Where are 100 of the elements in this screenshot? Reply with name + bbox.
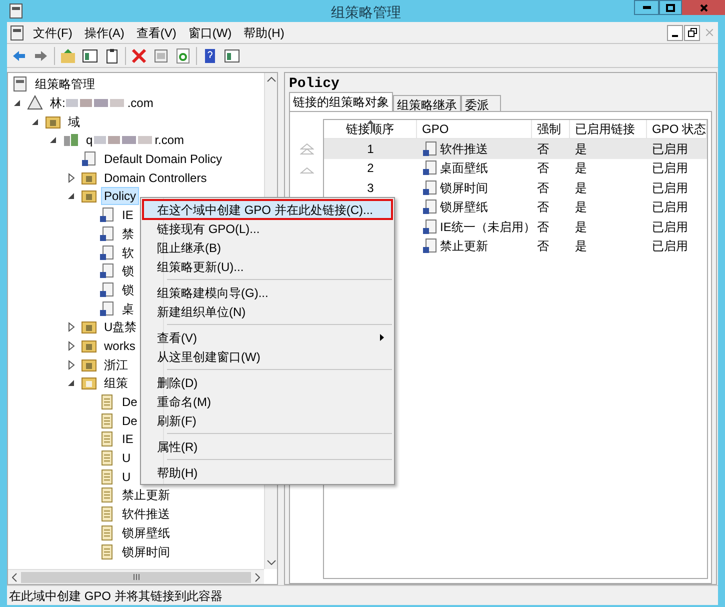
horizontal-scrollbar[interactable] [8, 569, 264, 584]
table-cell-text: 已启用 [652, 140, 688, 158]
scroll-icon [99, 468, 115, 485]
tree-item[interactable]: 组策 [101, 374, 131, 392]
table-cell-text: 2 [367, 160, 374, 178]
tree-item[interactable]: IE [119, 206, 136, 224]
tree-item[interactable]: works [101, 336, 138, 355]
menu-item[interactable]: 帮助(H) [238, 24, 290, 42]
menu-item[interactable]: 属性(R) [143, 437, 392, 456]
menu-item[interactable]: 在这个域中创建 GPO 并在此处链接(C)... [143, 200, 392, 219]
container-title: Policy [289, 76, 340, 92]
table-cell-text: 已启用 [652, 218, 688, 236]
table-cell-text: 是 [575, 218, 587, 236]
table-cell-text: 已启用 [652, 199, 688, 216]
scroll-icon [99, 506, 115, 522]
menu-item[interactable]: 查看(V) [130, 24, 182, 42]
tree-item[interactable]: 软 [119, 244, 137, 262]
scroll-icon [99, 394, 115, 410]
column-header[interactable]: GPO 状态 [647, 120, 707, 138]
menu-item[interactable]: 帮助(H) [143, 463, 392, 482]
column-header[interactable]: GPO [417, 120, 532, 138]
scroll-icon [99, 487, 115, 504]
tree-item[interactable]: U盘禁 [101, 318, 140, 336]
tree-item[interactable]: Policy [101, 187, 140, 206]
panel-button[interactable] [81, 46, 99, 64]
tree-item[interactable]: De [119, 412, 140, 430]
delete-button[interactable] [130, 46, 148, 64]
folder-icon [81, 319, 97, 336]
table-cell-text: 软件推送 [440, 140, 488, 158]
menu-item[interactable]: 重命名(M) [143, 392, 392, 411]
sort-arrow-icon [367, 120, 374, 124]
tree-item[interactable]: 锁屏壁纸 [119, 524, 173, 542]
scroll-down-icon [266, 560, 276, 565]
refresh-button[interactable] [174, 46, 192, 64]
tree-item[interactable]: 浙江 [101, 356, 131, 374]
tree-item[interactable]: Default Domain Policy [101, 150, 226, 168]
table-cell-text: 是 [575, 160, 587, 178]
table-cell-text: 3 [367, 180, 374, 197]
scroll-icon [99, 431, 115, 448]
panel-icon [82, 48, 98, 64]
menu-item[interactable]: 删除(D) [143, 373, 392, 392]
table-row[interactable]: 1 软件推送 否 是 已启用 [324, 139, 707, 158]
tree-item[interactable]: 禁 [119, 224, 137, 243]
tree-item[interactable]: q r.com [83, 131, 188, 150]
restore-icon [688, 28, 696, 37]
tree-item[interactable]: 组策略管理 [32, 75, 98, 94]
properties-button[interactable] [152, 46, 170, 64]
tree-item[interactable]: 禁止更新 [119, 486, 173, 504]
minimize-button[interactable] [634, 0, 659, 15]
column-header[interactable]: 链接顺序 [324, 120, 417, 138]
table-row[interactable]: 2 桌面壁纸 否 是 已启用 [324, 158, 707, 178]
tree-item[interactable]: 林: .com [47, 94, 156, 112]
tree-item[interactable]: U [119, 468, 134, 486]
menu-item[interactable]: 操作(A) [78, 24, 130, 42]
restore-button[interactable] [684, 24, 700, 40]
menu-item[interactable]: 组策略更新(U)... [143, 257, 392, 276]
table-cell-text: 是 [575, 140, 587, 158]
submenu-arrow-icon [380, 334, 384, 341]
maximize-button[interactable] [659, 0, 682, 15]
table-row[interactable]: 3 锁屏时间 否 是 已启用 [324, 178, 707, 198]
table-cell-text: 否 [537, 160, 549, 178]
tree-item[interactable]: U [119, 449, 134, 468]
minimize-icon [642, 6, 650, 9]
tree-item[interactable]: 桌 [119, 300, 137, 318]
column-header[interactable]: 已启用链接 [570, 120, 647, 138]
tab[interactable]: 组策略继承 [393, 95, 461, 112]
window-button[interactable] [223, 46, 241, 64]
column-header[interactable]: 强制 [532, 120, 570, 138]
tree-item[interactable]: De [119, 393, 140, 412]
tab[interactable]: 委派 [461, 95, 501, 112]
tree-item[interactable]: Domain Controllers [101, 168, 210, 187]
scroll-left-icon [12, 572, 17, 582]
policy-link-icon [99, 244, 115, 261]
tree-item[interactable]: 域 [65, 112, 83, 131]
menu-item[interactable]: 刷新(F) [143, 411, 392, 430]
tab[interactable]: 链接的组策略对象 [289, 92, 393, 112]
close-icon [700, 4, 708, 12]
menu-item[interactable]: 文件(F) [27, 24, 78, 42]
folder-icon [81, 188, 97, 204]
menu-item[interactable]: 从这里创建窗口(W) [143, 347, 392, 366]
tree-item[interactable]: 软件推送 [119, 505, 173, 524]
menu-item[interactable]: 新建组织单位(N) [143, 302, 392, 321]
tree-item[interactable]: IE [119, 430, 136, 448]
menu-item[interactable]: 查看(V) [143, 328, 392, 347]
minimize-button[interactable] [667, 24, 683, 40]
tree-item[interactable]: 锁 [119, 262, 137, 280]
minimize-icon [672, 34, 678, 36]
scroll-icon [99, 412, 115, 429]
table-cell-text: 否 [537, 199, 549, 216]
scroll-right-icon [255, 572, 260, 582]
clipboard-icon [104, 48, 120, 64]
scroll-thumb[interactable] [21, 572, 251, 582]
domain-icon [63, 132, 79, 148]
folder-icon [81, 356, 97, 373]
tree-item[interactable]: 锁 [119, 280, 137, 299]
menu-item[interactable]: 窗口(W) [182, 24, 238, 42]
tree-item[interactable]: 锁屏时间 [119, 542, 173, 561]
close-button[interactable] [682, 0, 725, 15]
menu-item[interactable]: 组策略建模向导(G)... [143, 283, 392, 302]
blurred-text-icon [94, 135, 154, 146]
